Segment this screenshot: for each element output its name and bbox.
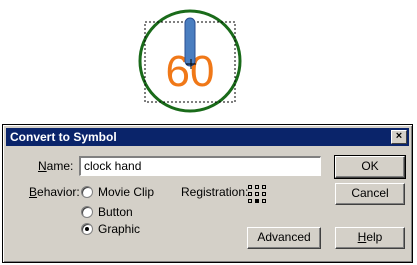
clock-hand-shape xyxy=(184,17,196,67)
dialog-title: Convert to Symbol xyxy=(10,130,117,144)
registration-point-middle-left[interactable] xyxy=(248,192,252,196)
stage-canvas: 60 xyxy=(0,0,417,121)
name-input[interactable]: clock hand xyxy=(79,156,321,176)
registration-grid[interactable] xyxy=(248,185,266,203)
registration-point-bottom-left[interactable] xyxy=(248,199,252,203)
registration-point-top-right[interactable] xyxy=(262,185,266,189)
registration-point-bottom-right[interactable] xyxy=(262,199,266,203)
registration-point-top-center[interactable] xyxy=(255,185,259,189)
name-label: Name: xyxy=(38,159,74,173)
ok-button[interactable]: OK xyxy=(334,155,406,179)
radio-button[interactable] xyxy=(81,206,93,218)
behavior-label: Behavior: xyxy=(29,185,80,199)
cancel-button[interactable]: Cancel xyxy=(335,183,405,205)
registration-point-top-left[interactable] xyxy=(248,185,252,189)
registration-point-middle-right[interactable] xyxy=(262,192,266,196)
radio-button-selected[interactable] xyxy=(81,223,93,235)
registration-point-center[interactable] xyxy=(255,192,259,196)
close-icon[interactable]: × xyxy=(391,130,407,144)
registration-label: Registration: xyxy=(181,185,249,199)
dialog-titlebar[interactable]: Convert to Symbol × xyxy=(6,128,409,146)
radio-selected-dot xyxy=(85,227,89,231)
registration-point-bottom-center[interactable] xyxy=(255,199,259,203)
advanced-button[interactable]: Advanced xyxy=(247,227,321,249)
radio-button[interactable] xyxy=(81,186,93,198)
convert-to-symbol-dialog: Convert to Symbol × Name: clock hand OK … xyxy=(2,124,413,263)
help-button[interactable]: Help xyxy=(335,227,405,249)
stage-artwork: 60 xyxy=(138,9,242,113)
